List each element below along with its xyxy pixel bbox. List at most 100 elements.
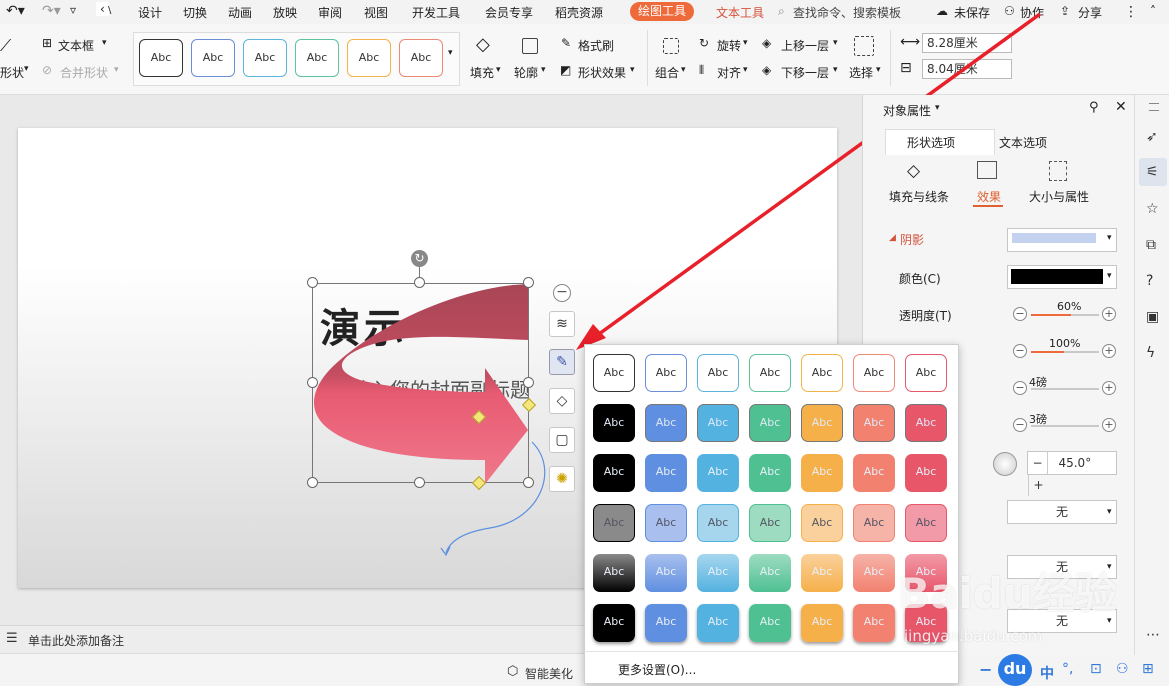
style-swatch[interactable]: Abc [853, 404, 895, 442]
help-icon[interactable]: ? [1146, 273, 1153, 289]
properties-icon[interactable]: ⚟ [1146, 164, 1159, 180]
style-swatch[interactable]: Abc [697, 354, 739, 392]
style-brush-icon[interactable]: ✎ [549, 349, 575, 375]
idea-bulb-icon[interactable]: ✺ [549, 466, 575, 492]
tab-view[interactable]: 视图 [364, 4, 388, 21]
tab-design[interactable]: 设计 [138, 4, 162, 21]
shape-effect-button[interactable]: 形状效果 [578, 64, 626, 81]
style-swatch[interactable]: Abc [593, 354, 635, 392]
angle-value[interactable]: 45.0° [1052, 452, 1098, 474]
rotate-button[interactable]: 旋转 [717, 37, 741, 54]
chevron-down-icon[interactable]: ▾ [541, 65, 546, 75]
outline-icon[interactable]: ▢ [549, 427, 575, 453]
tab-docer[interactable]: 稻壳资源 [555, 4, 603, 21]
send-backward-icon[interactable]: ◈ [762, 63, 771, 77]
shape-effect-icon[interactable]: ◩ [560, 63, 571, 77]
angle-plus-icon[interactable]: + [1028, 474, 1048, 496]
style-swatch[interactable]: Abc [645, 554, 687, 592]
style-preset[interactable]: Abc [243, 39, 287, 77]
share-button[interactable]: 分享 [1078, 4, 1102, 21]
style-swatch[interactable]: Abc [697, 604, 739, 642]
user-icon[interactable]: ⚇ [1116, 661, 1129, 677]
chevron-down-icon[interactable]: ▾ [1107, 507, 1112, 517]
close-icon[interactable]: ✕ [1115, 99, 1127, 115]
angle-stepper[interactable]: − 45.0° + [1027, 451, 1117, 496]
more-dots-icon[interactable]: ⋯ [1146, 627, 1160, 643]
style-swatch[interactable]: Abc [645, 454, 687, 492]
style-swatch[interactable]: Abc [749, 504, 791, 542]
redo-icon[interactable]: ↷▾ [42, 3, 61, 19]
subtab-fill-line[interactable]: 填充与线条 [889, 188, 949, 205]
style-swatch[interactable]: Abc [801, 354, 843, 392]
tab-member[interactable]: 会员专享 [485, 4, 533, 21]
rocket-icon[interactable]: ➶ [1146, 129, 1158, 145]
tab-slideshow[interactable]: 放映 [273, 4, 297, 21]
rotate-handle-icon[interactable]: ↻ [411, 250, 428, 267]
gallery-expand-icon[interactable]: ▾ [448, 48, 453, 58]
style-swatch[interactable]: Abc [645, 604, 687, 642]
undo-icon[interactable]: ↶▾ [6, 3, 25, 19]
transparency-value[interactable]: 60% [1057, 300, 1081, 313]
textbox-icon[interactable]: ⊞ [42, 36, 52, 50]
style-preset[interactable]: Abc [399, 39, 443, 77]
chevron-down-icon[interactable]: ▾ [743, 38, 748, 48]
angle-dial[interactable] [993, 452, 1017, 476]
fill-button[interactable]: 填充 [470, 64, 494, 81]
chevron-down-icon[interactable]: ▾ [876, 65, 881, 75]
resize-handle[interactable] [307, 377, 318, 388]
grid-icon[interactable]: ⊞ [1142, 661, 1154, 677]
toolbox-icon[interactable]: ⊡ [1090, 661, 1102, 677]
scroll-left-icon[interactable]: ‹ [96, 2, 109, 16]
chevron-down-icon[interactable]: ▾ [102, 38, 107, 48]
style-swatch[interactable]: Abc [593, 554, 635, 592]
style-swatch[interactable]: Abc [853, 354, 895, 392]
select-pane-icon[interactable] [854, 36, 874, 56]
style-swatch[interactable]: Abc [853, 604, 895, 642]
style-swatch[interactable]: Abc [749, 454, 791, 492]
minus-icon[interactable]: − [1013, 307, 1027, 321]
chevron-down-icon[interactable]: ▾ [935, 103, 940, 113]
tab-transition[interactable]: 切换 [183, 4, 207, 21]
smart-beautify-button[interactable]: 智能美化 [525, 665, 573, 682]
tab-text-tools[interactable]: 文本工具 [716, 4, 764, 21]
tab-review[interactable]: 审阅 [318, 4, 342, 21]
tab-developer[interactable]: 开发工具 [412, 4, 460, 21]
style-swatch[interactable]: Abc [749, 554, 791, 592]
more-settings-button[interactable]: 更多设置(O)... [618, 661, 696, 678]
chevron-down-icon[interactable]: ▾ [1107, 271, 1112, 281]
style-swatch[interactable]: Abc [749, 604, 791, 642]
effects-icon[interactable] [977, 161, 997, 179]
style-swatch[interactable]: Abc [905, 504, 947, 542]
plus-icon[interactable]: + [1102, 381, 1116, 395]
style-swatch[interactable]: Abc [801, 554, 843, 592]
style-swatch[interactable]: Abc [697, 504, 739, 542]
layers-icon[interactable]: ≋ [549, 311, 575, 337]
style-swatch[interactable]: Abc [853, 504, 895, 542]
group-button[interactable]: 组合 [655, 64, 679, 81]
plus-icon[interactable]: + [1102, 307, 1116, 321]
format-brush-button[interactable]: 格式刷 [578, 37, 614, 54]
search-icon[interactable]: ⌕ [778, 4, 785, 19]
style-swatch[interactable]: Abc [697, 454, 739, 492]
angle-minus-icon[interactable]: − [1028, 452, 1048, 474]
fill-bucket-icon[interactable]: ◇ [476, 34, 490, 55]
resize-handle[interactable] [307, 477, 318, 488]
rotate-icon[interactable]: ↻ [699, 36, 709, 50]
height-input[interactable]: 8.28厘米 [922, 33, 1012, 53]
copy-icon[interactable]: ⧉ [1146, 237, 1156, 253]
punct-icon[interactable]: °, [1062, 661, 1073, 677]
select-button[interactable]: 选择 [849, 64, 873, 81]
plus-icon[interactable]: + [1102, 418, 1116, 432]
format-brush-icon[interactable]: ✎ [561, 36, 571, 50]
style-swatch[interactable]: Abc [905, 354, 947, 392]
style-swatch[interactable]: Abc [749, 354, 791, 392]
style-swatch[interactable]: Abc [593, 504, 635, 542]
style-swatch[interactable]: Abc [801, 604, 843, 642]
chevron-down-icon[interactable]: ▾ [630, 65, 635, 75]
fill-line-icon[interactable]: ◇ [907, 161, 920, 181]
notes-placeholder[interactable]: 单击此处添加备注 [28, 632, 124, 649]
tab-drawing-tools[interactable]: 绘图工具 [630, 2, 695, 21]
style-swatch[interactable]: Abc [749, 404, 791, 442]
subtab-size-props[interactable]: 大小与属性 [1029, 188, 1089, 205]
style-swatch[interactable]: Abc [593, 454, 635, 492]
